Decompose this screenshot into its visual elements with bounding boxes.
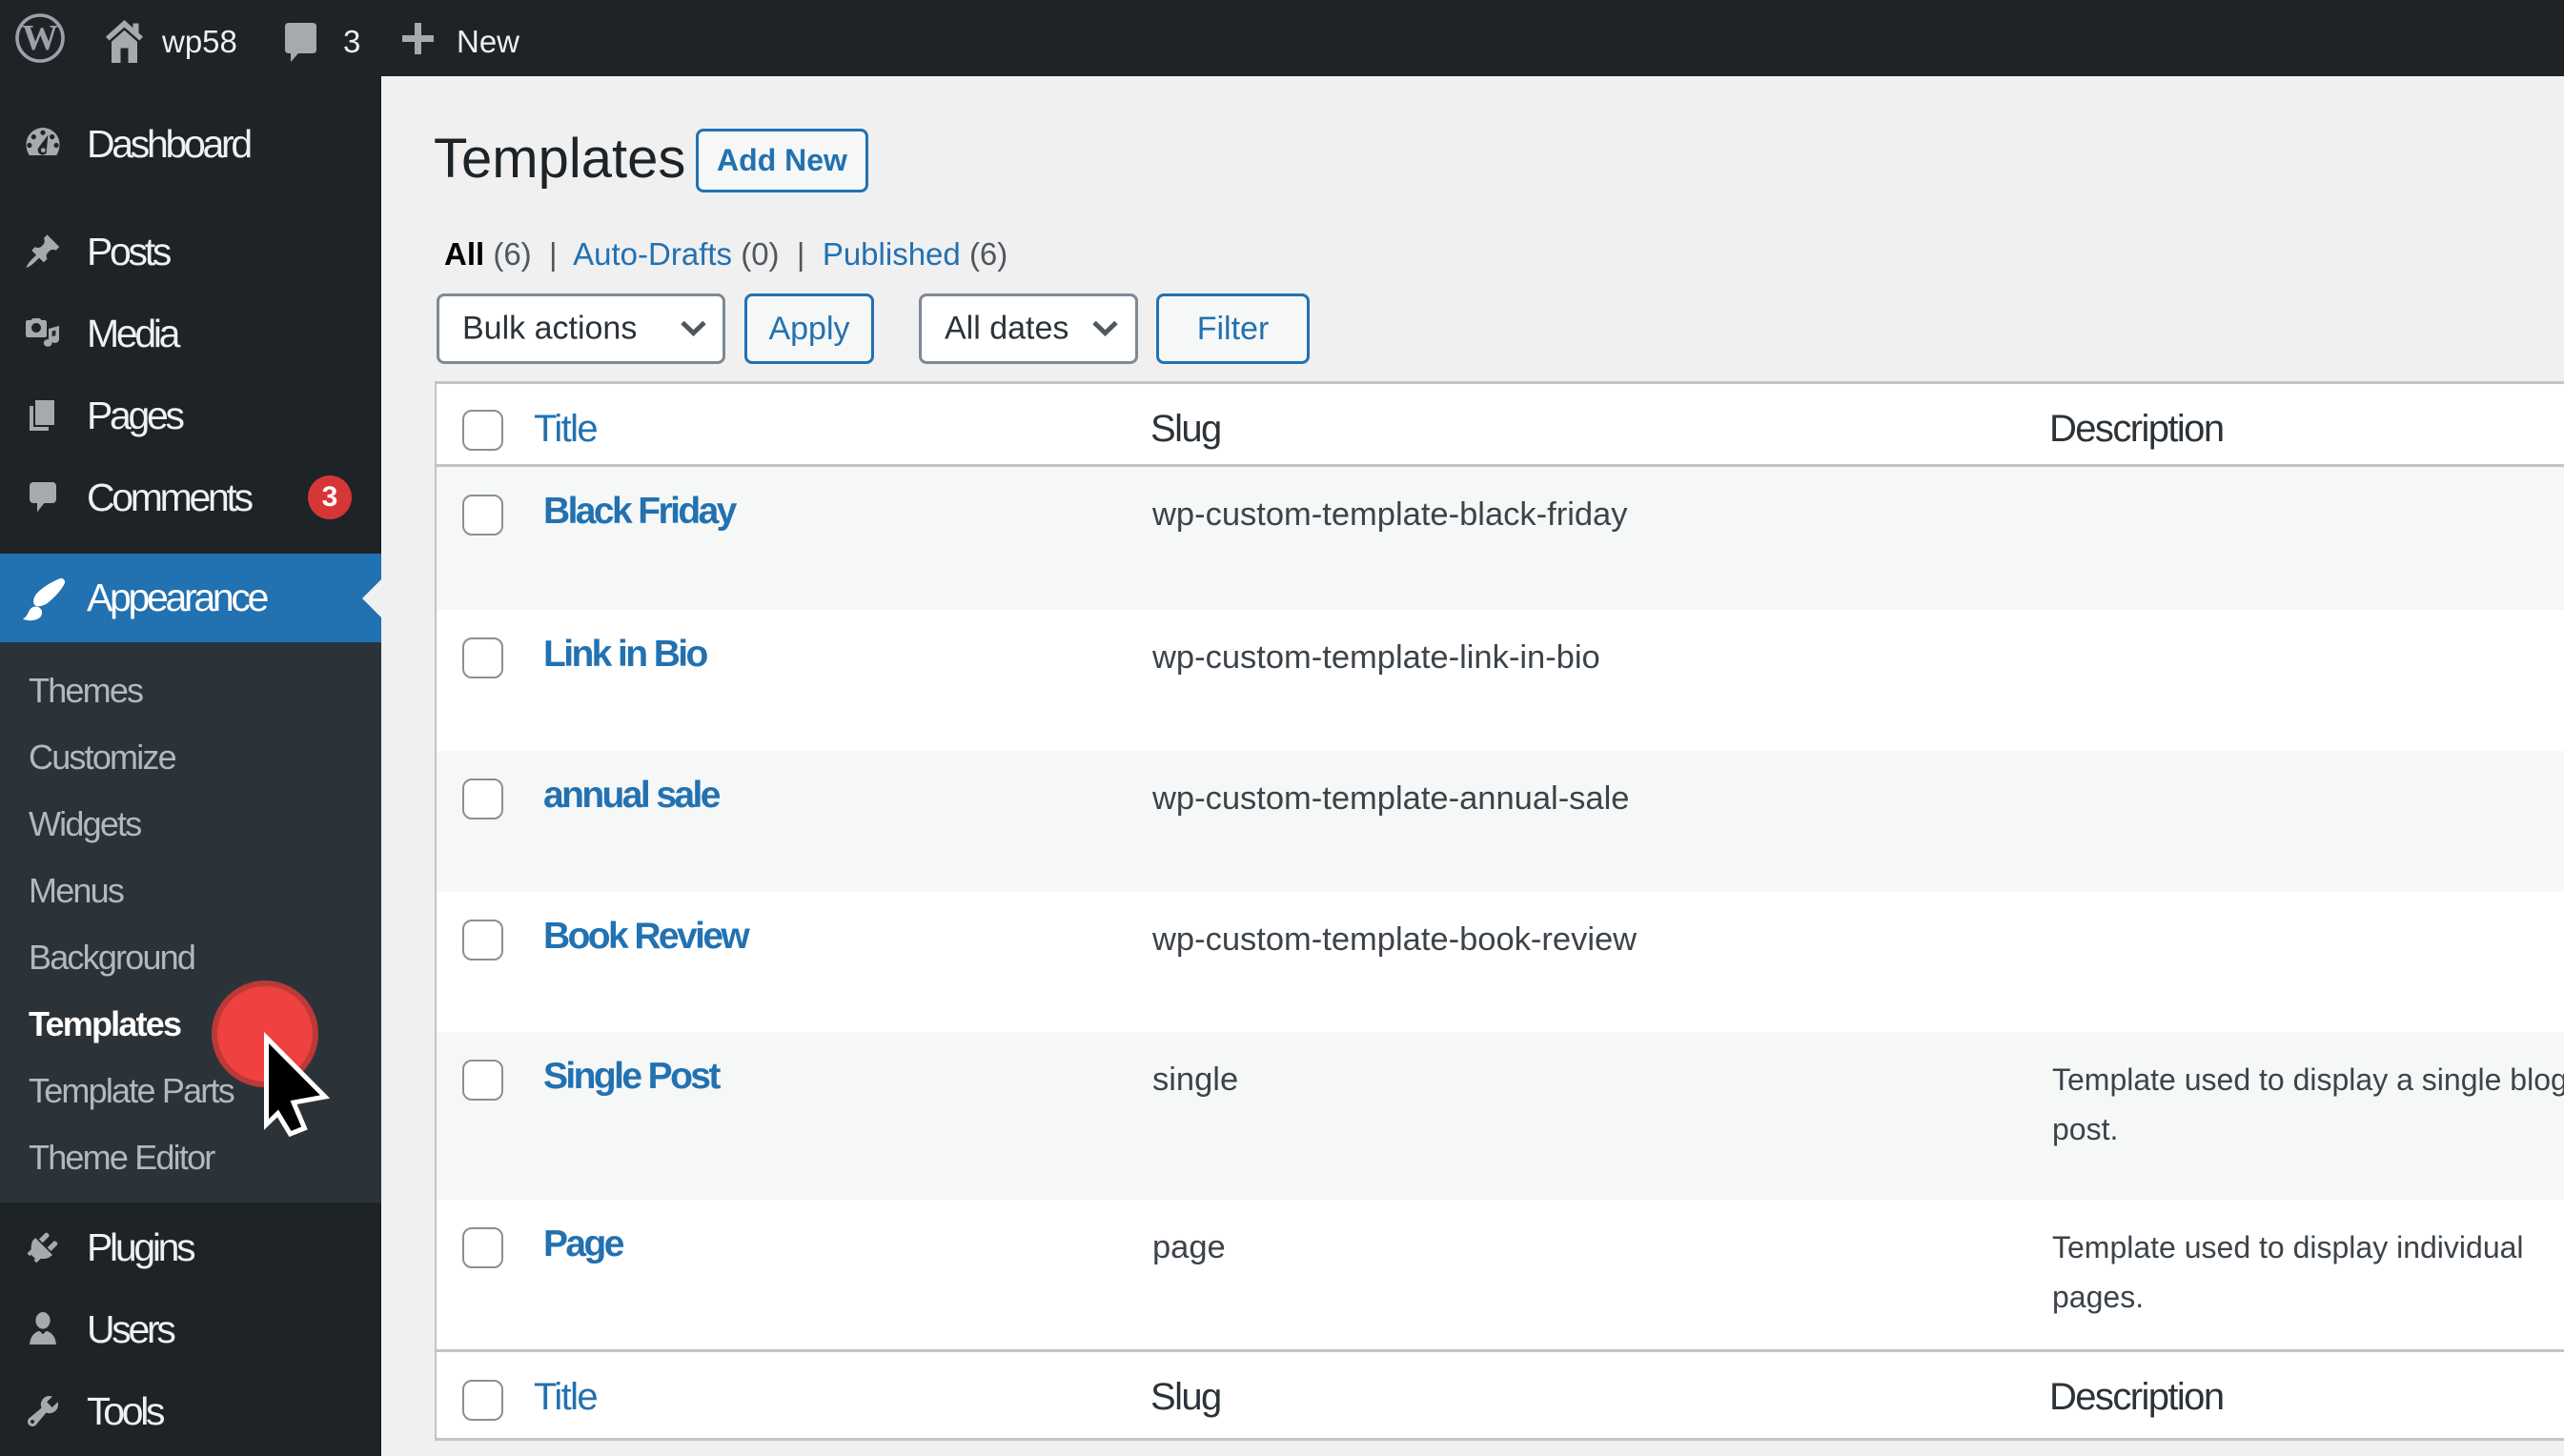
svg-text:W: W	[22, 18, 58, 58]
